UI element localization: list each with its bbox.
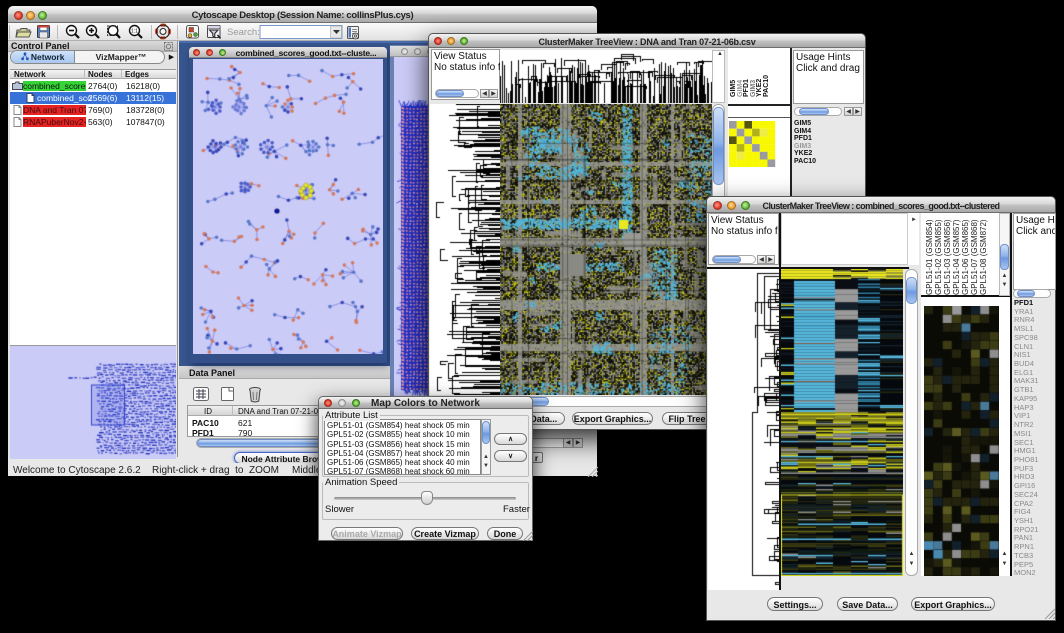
svg-text:1:1: 1:1 bbox=[131, 29, 138, 35]
svg-text:Search:: Search: bbox=[227, 27, 260, 38]
